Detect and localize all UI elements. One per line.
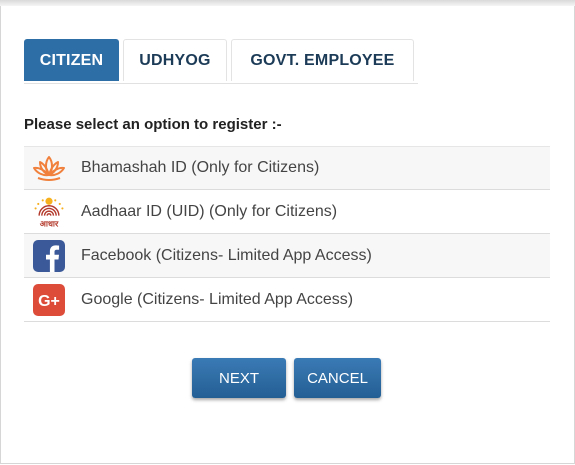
- next-button[interactable]: NEXT: [192, 358, 286, 398]
- lotus-icon: [32, 151, 66, 185]
- option-aadhaar[interactable]: आधार Aadhaar ID (UID) (Only for Citizens…: [24, 190, 550, 234]
- tab-udhyog[interactable]: UDHYOG: [123, 39, 227, 81]
- option-label: Facebook (Citizens- Limited App Access): [81, 246, 372, 264]
- cancel-button[interactable]: CANCEL: [294, 358, 381, 398]
- google-plus-logo-text: G+: [38, 293, 60, 310]
- register-prompt: Please select an option to register :-: [24, 116, 282, 133]
- option-facebook[interactable]: Facebook (Citizens- Limited App Access): [24, 234, 550, 278]
- option-bhamashah[interactable]: Bhamashah ID (Only for Citizens): [24, 146, 550, 190]
- facebook-icon: [32, 239, 66, 273]
- register-options-list: Bhamashah ID (Only for Citizens) आधार Aa…: [24, 146, 550, 322]
- dialog-actions: NEXT CANCEL: [192, 358, 389, 398]
- option-label: Aadhaar ID (UID) (Only for Citizens): [81, 202, 338, 220]
- aadhaar-icon: आधार: [32, 195, 66, 229]
- option-label: Google (Citizens- Limited App Access): [81, 290, 354, 308]
- option-google[interactable]: G+ Google (Citizens- Limited App Access): [24, 278, 550, 322]
- aadhaar-logo-text: आधार: [40, 219, 59, 228]
- tab-govt-employee[interactable]: GOVT. EMPLOYEE: [230, 39, 415, 81]
- tab-citizen[interactable]: CITIZEN: [24, 39, 120, 81]
- option-label: Bhamashah ID (Only for Citizens): [81, 159, 320, 176]
- google-plus-icon: G+: [32, 283, 66, 317]
- registration-dialog: CITIZEN UDHYOG GOVT. EMPLOYEE Please sel…: [0, 6, 575, 464]
- registration-tabs: CITIZEN UDHYOG GOVT. EMPLOYEE: [24, 39, 418, 84]
